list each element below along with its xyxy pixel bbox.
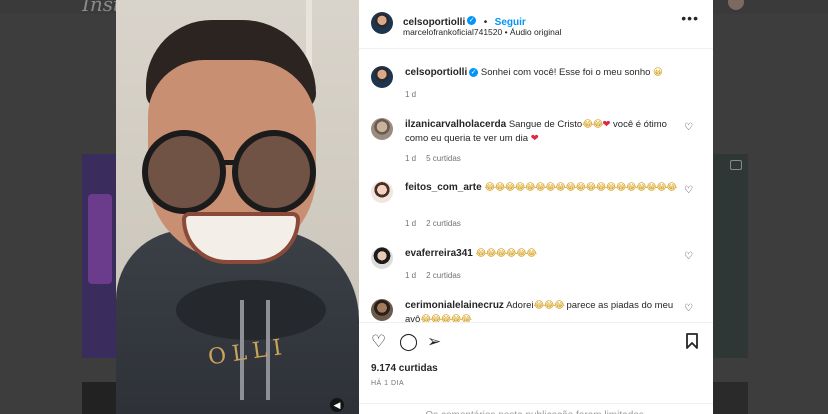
avatar[interactable] [371,299,393,321]
heart-icon[interactable]: ♡ [684,185,693,196]
bookmark-icon[interactable] [685,333,699,352]
comment-meta: 1 d2 curtidas [405,271,461,280]
background-post-left [82,154,116,358]
post-header: celsoportiolli ✓ • Seguir marcelofrankofi… [359,0,713,49]
comment-meta: 1 d [405,90,417,99]
action-bar: ♡ ◯ ➢ 9.174 curtidas HÁ 1 DIA Os comentá… [359,322,713,414]
more-icon[interactable]: ••• [681,10,699,26]
hoodie-shadow [176,280,326,340]
verified-icon: ✓ [469,67,479,77]
camera-icon [730,160,742,170]
likes-count[interactable]: 5 curtidas [426,154,461,163]
author-avatar[interactable] [371,12,393,34]
comment-meta: 1 d5 curtidas [405,154,461,163]
sunglasses-bridge [220,160,238,165]
comment-meta: 1 d2 curtidas [405,219,461,228]
share-icon[interactable]: ➢ [427,333,441,350]
verified-icon: ✓ [467,16,477,26]
comment-text: evaferreira341 😂😂😂😂😂😂 [405,248,537,259]
heart-icon[interactable]: ♡ [684,251,693,262]
comment-icon[interactable]: ◯ [399,333,418,350]
likes-count[interactable]: 9.174 curtidas [371,363,438,374]
comment-text: cerimonialelainecruz Adorei😂😂😂 parece as… [405,300,674,322]
comments-list[interactable]: celsoportiolli ✓ Sonhei com você! Esse fo… [359,48,713,322]
avatar[interactable] [371,247,393,269]
sunglasses-right-lens [232,130,316,214]
avatar[interactable] [371,66,393,88]
likes-count[interactable]: 2 curtidas [426,219,461,228]
avatar[interactable] [371,181,393,203]
bookmark-shape [686,333,698,349]
caption-text: celsoportiolli ✓ Sonhei com você! Esse fo… [405,67,663,78]
post-details-panel: celsoportiolli ✓ • Seguir marcelofrankofi… [359,0,713,414]
likes-count[interactable]: 2 curtidas [426,271,461,280]
post-timestamp: HÁ 1 DIA [371,380,405,387]
sunglasses-left-lens [142,130,226,214]
heart-icon[interactable]: ♡ [684,122,693,133]
background-post-right [712,154,748,358]
background-post-bottom-right [712,382,748,414]
heart-icon[interactable]: ♡ [684,303,693,314]
heart-icon[interactable]: ♡ [371,333,386,350]
sound-icon[interactable]: ◀ [330,398,344,412]
post-video[interactable]: OLLI ◀ [116,0,359,414]
avatar[interactable] [371,118,393,140]
comments-limited-notice: Os comentários nesta publicação foram li… [359,403,713,414]
comment-text: ilzanicarvalholacerda Sangue de Cristo😂😂… [405,119,667,144]
profile-avatar [728,0,744,10]
audio-label[interactable]: marcelofrankoficial741520 • Áudio origin… [403,27,561,37]
background-post-bottom-left [82,382,116,414]
comment-text: feitos_com_arte 😂😂😂😂😂😂😂😂😂😂😂😂😂😂😂😂😂😂😂 [405,182,677,193]
